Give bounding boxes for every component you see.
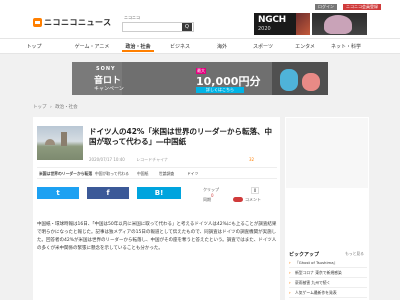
speaker-pink-image xyxy=(302,73,320,91)
pickup-item-text: 豪雨被害 九州で続く xyxy=(295,279,331,285)
nav-item-sports[interactable]: スポーツ xyxy=(248,42,278,52)
speaker-blue-image xyxy=(280,69,298,91)
site-header: ニコニコニュース ニコニコ Q NGCH 2020 ログイン ニコニコ会員登録 xyxy=(0,0,400,38)
pickup-more-link[interactable]: もっと見る xyxy=(345,251,364,257)
related-tag[interactable]: 米国は世界のリーダーから転落 xyxy=(39,171,92,177)
pickup-item-text: 人気ゲーム最新作を発表 xyxy=(295,289,337,295)
header-banner-image xyxy=(296,13,310,35)
character-illustration xyxy=(324,15,352,34)
clip-count: 0 xyxy=(251,187,259,194)
ad-price-block: 最大 10,000円分 xyxy=(196,68,266,88)
article-headline: ドイツ人の42%「米国は世界のリーダーから転落、中国が取って代わる」―中国紙 xyxy=(89,127,272,146)
pickup-list: › 『Ghost of Tsushima』 › 新型コロナ 東京で新規感染 › … xyxy=(289,258,367,298)
hatena-bookmark-button[interactable]: B! xyxy=(137,187,181,199)
sony-ad-banner[interactable]: SONY 音ロト キャンペーン 最大 10,000円分 詳しくはこちら xyxy=(72,62,328,95)
login-link[interactable]: ログイン xyxy=(315,4,337,10)
facebook-share-button[interactable]: f xyxy=(87,187,129,199)
ad-brand: SONY xyxy=(96,66,116,72)
pickup-item-text: 『Ghost of Tsushima』 xyxy=(295,259,338,265)
breadcrumb-politics[interactable]: 政治・社会 xyxy=(55,105,78,110)
pickup-item[interactable]: › 人気ゲーム最新作を発表 xyxy=(289,288,367,298)
twitter-share-button[interactable]: t xyxy=(37,187,79,199)
related-tag[interactable]: 中国紙 xyxy=(137,171,148,177)
ad-subtitle: キャンペーン xyxy=(94,86,124,92)
sync-label: 同期 xyxy=(203,197,211,202)
category-nav: トップ ゲーム・アニメ 政治・社会 ビジネス 海外 スポーツ エンタメ ネット・… xyxy=(0,38,400,54)
header-banner-ad[interactable]: NGCH 2020 xyxy=(254,13,310,35)
signup-link[interactable]: ニコニコ会員登録 xyxy=(343,4,381,10)
ad-cta-button[interactable]: 詳しくはこちら xyxy=(196,87,244,93)
breadcrumb-top[interactable]: トップ xyxy=(33,105,47,110)
pickup-item-text: 新型コロナ 東京で新規感染 xyxy=(295,269,342,275)
article-meta: 2020/07/17 10:40 レコードチャイナ xyxy=(89,157,178,163)
search-button[interactable]: Q xyxy=(182,23,192,31)
account-links: ログイン ニコニコ会員登録 xyxy=(315,4,381,10)
comment-link[interactable]: コメント xyxy=(245,197,261,203)
share-count: 0 xyxy=(211,193,214,198)
sidebar-ad-slot[interactable] xyxy=(286,118,368,188)
nav-item-net-science[interactable]: ネット・科学 xyxy=(326,42,366,52)
nav-item-overseas[interactable]: 海外 xyxy=(210,42,234,52)
nav-item-business[interactable]: ビジネス xyxy=(164,42,196,52)
comment-count[interactable]: 32 xyxy=(249,157,254,162)
header-banner-title: NGCH xyxy=(258,15,286,25)
logo-text: ニコニコニュース xyxy=(44,18,112,27)
breadcrumb-separator: › xyxy=(49,105,52,110)
site-logo[interactable]: ニコニコニュース xyxy=(33,17,112,28)
article-body: 中国紙・環球時報は16日、「中国は50年以内に米国に取って代わる」と考えるドイツ… xyxy=(37,222,277,251)
thumbnail-tower xyxy=(61,132,67,146)
service-link[interactable]: ニコニコ xyxy=(124,15,140,21)
article-source[interactable]: レコードチャイナ xyxy=(136,157,168,162)
header-banner-subtitle: 2020 xyxy=(258,26,271,32)
ad-product-image xyxy=(272,62,328,95)
related-tag[interactable]: 中国が取って代わる xyxy=(95,171,129,177)
article-date: 2020/07/17 10:40 xyxy=(89,157,125,162)
share-row: t f B! クリップ 0 0 同期 コメント xyxy=(37,187,277,202)
logo-tv-icon xyxy=(33,18,42,27)
breadcrumb: トップ › 政治・社会 xyxy=(33,104,80,110)
article-card: ドイツ人の42%「米国は世界のリーダーから転落、中国が取って代わる」―中国紙 2… xyxy=(33,117,280,300)
related-tag[interactable]: ドイツ xyxy=(187,171,198,177)
sync-toggle[interactable] xyxy=(233,197,243,202)
nav-item-entertainment[interactable]: エンタメ xyxy=(290,42,320,52)
nav-item-politics[interactable]: 政治・社会 xyxy=(122,42,154,52)
related-tags: 米国は世界のリーダーから転落 中国が取って代わる 中国紙 世論調査 ドイツ xyxy=(37,167,277,179)
article-thumbnail[interactable] xyxy=(37,126,83,160)
related-tag[interactable]: 世論調査 xyxy=(159,171,174,177)
pickup-item[interactable]: › 新型コロナ 東京で新規感染 xyxy=(289,268,367,278)
pickup-item[interactable]: › 豪雨被害 九州で続く xyxy=(289,278,367,288)
pickup-title: ピックアップ xyxy=(289,252,320,258)
header-promo-image[interactable] xyxy=(312,13,367,35)
thumbnail-dome xyxy=(45,139,55,145)
pickup-item[interactable]: › 『Ghost of Tsushima』 xyxy=(289,258,367,268)
nav-item-game-anime[interactable]: ゲーム・アニメ xyxy=(72,42,112,52)
nav-item-top[interactable]: トップ xyxy=(20,42,48,52)
